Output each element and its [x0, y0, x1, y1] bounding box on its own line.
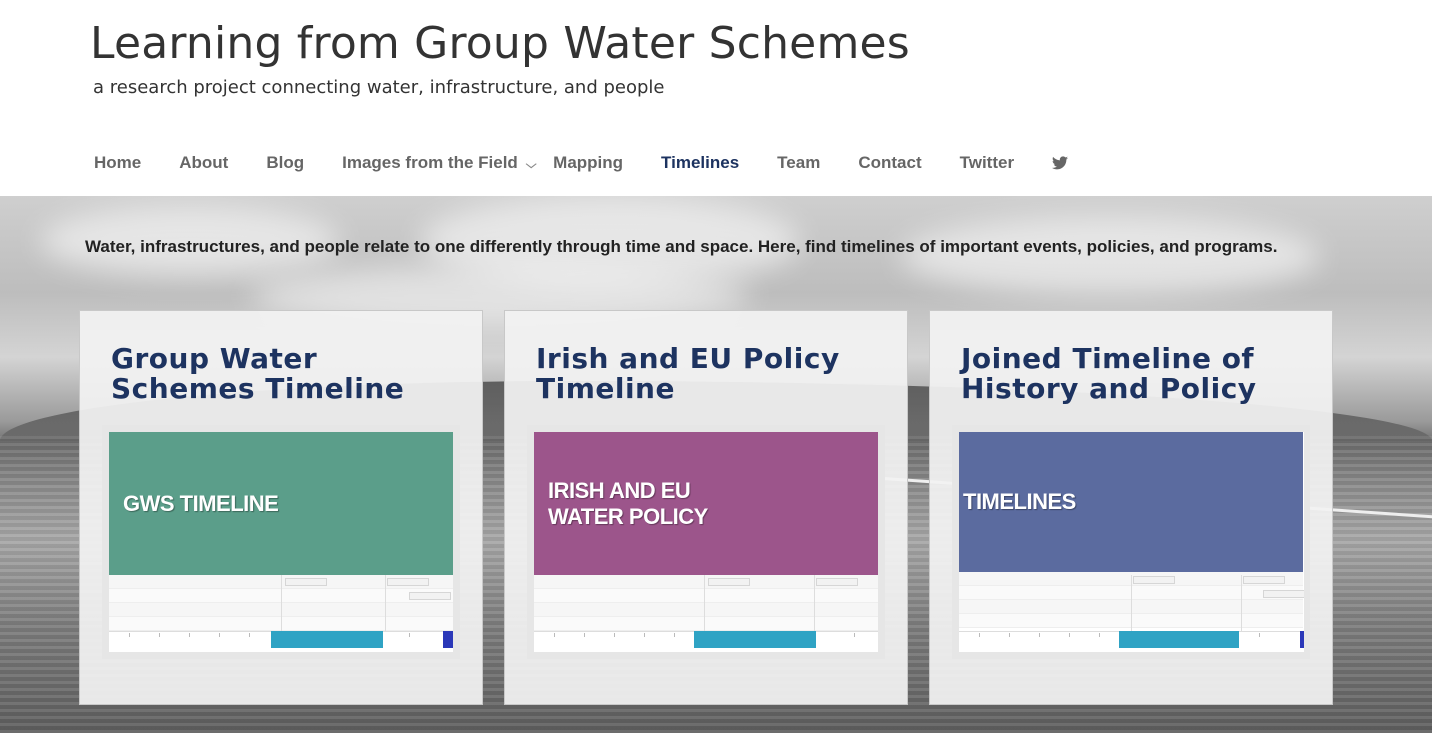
banner-text: GWS TIMELINE	[123, 490, 279, 516]
banner-text: IRISH AND EU WATER POLICY	[548, 477, 708, 529]
site-title[interactable]: Learning from Group Water Schemes	[90, 18, 910, 69]
nav-about-label: About	[179, 153, 229, 172]
nav-timelines-label: Timelines	[661, 153, 740, 172]
nav-home[interactable]: Home	[94, 153, 141, 173]
timeline-card-policy[interactable]: Irish and EU Policy Timeline IRISH AND E…	[504, 310, 908, 705]
timeline-card-gws[interactable]: Group Water Schemes Timeline GWS TIMELIN…	[79, 310, 483, 705]
nav-contact-label: Contact	[858, 153, 922, 172]
nav-blog[interactable]: Blog	[266, 153, 304, 173]
card-title[interactable]: Irish and EU Policy Timeline	[536, 344, 886, 404]
intro-text: Water, infrastructures, and people relat…	[85, 237, 1278, 256]
nav-home-label: Home	[94, 153, 142, 172]
nav-contact[interactable]: Contact	[858, 153, 921, 173]
nav-about[interactable]: About	[179, 153, 228, 173]
chevron-down-icon[interactable]: ⌵	[526, 159, 537, 172]
twitter-bird-icon	[1052, 156, 1069, 170]
nav-team-label: Team	[777, 153, 821, 172]
timeline-card-joined[interactable]: Joined Timeline of History and Policy TI…	[929, 310, 1333, 705]
nav-timelines[interactable]: Timelines	[661, 153, 739, 173]
site-header: Learning from Group Water Schemes a rese…	[0, 0, 1432, 196]
card-title[interactable]: Joined Timeline of History and Policy	[961, 344, 1311, 404]
timeline-thumbnail[interactable]: IRISH AND EU WATER POLICY	[527, 425, 885, 659]
nav-blog-label: Blog	[266, 153, 305, 172]
nav-mapping[interactable]: Mapping	[553, 153, 623, 173]
twitter-link[interactable]	[1052, 156, 1069, 170]
thumbnail-banner: TIMELINES	[959, 432, 1303, 572]
site-tagline: a research project connecting water, inf…	[93, 77, 665, 98]
nav-images-label: Images from the Field	[342, 153, 518, 172]
timeline-thumbnail[interactable]: TIMELINES	[952, 425, 1310, 659]
nav-twitter-label: Twitter	[959, 153, 1015, 172]
nav-images-from-the-field[interactable]: Images from the Field ⌵	[342, 153, 537, 173]
nav-mapping-label: Mapping	[553, 153, 624, 172]
card-title[interactable]: Group Water Schemes Timeline	[111, 344, 461, 404]
nav-team[interactable]: Team	[777, 153, 820, 173]
thumbnail-banner: GWS TIMELINE	[109, 432, 453, 575]
timeline-thumbnail[interactable]: GWS TIMELINE	[102, 425, 460, 659]
banner-text: TIMELINES	[963, 489, 1076, 514]
nav-twitter[interactable]: Twitter	[960, 153, 1014, 173]
thumbnail-banner: IRISH AND EU WATER POLICY	[534, 432, 878, 575]
main-nav: Home About Blog Images from the Field ⌵ M…	[94, 150, 1106, 176]
